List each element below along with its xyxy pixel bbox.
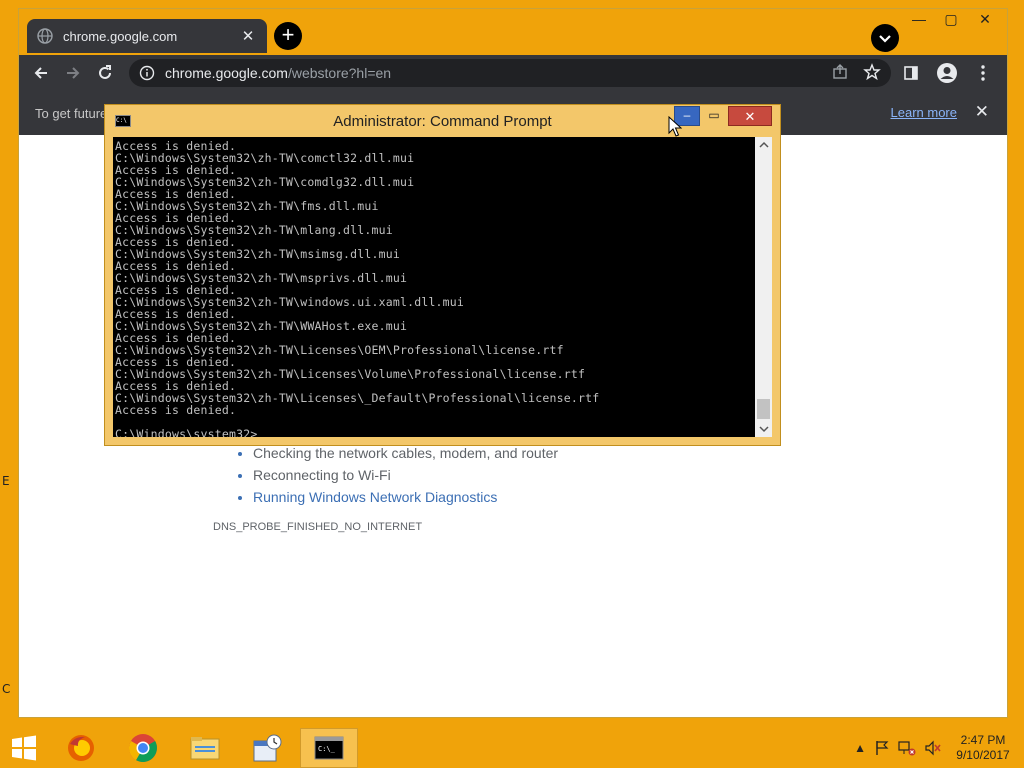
console-prompt: C:\Windows\system32> <box>115 427 258 437</box>
scroll-down-icon[interactable] <box>755 421 772 437</box>
console-output[interactable]: Access is denied. C:\Windows\System32\zh… <box>113 137 755 437</box>
menu-button[interactable] <box>967 57 999 89</box>
show-hidden-icons-button[interactable]: ▲ <box>854 741 866 755</box>
learn-more-link[interactable]: Learn more <box>891 105 957 120</box>
terminal-icon: C:\_ <box>314 736 344 760</box>
suggestion-item: Checking the network cables, modem, and … <box>253 445 558 461</box>
browser-toolbar: chrome.google.com/webstore?hl=en <box>19 55 1007 91</box>
tab-strip: chrome.google.com ✕ + — ▢ ✕ <box>19 9 1007 55</box>
avatar-icon <box>937 63 957 83</box>
svg-text:C:\_: C:\_ <box>318 745 336 753</box>
globe-icon <box>37 28 53 44</box>
network-diagnostics-link[interactable]: Running Windows Network Diagnostics <box>253 489 558 505</box>
browser-tab[interactable]: chrome.google.com ✕ <box>27 19 267 53</box>
start-button[interactable] <box>0 728 48 768</box>
new-tab-button[interactable]: + <box>274 22 302 50</box>
kebab-menu-icon <box>981 65 985 81</box>
cmd-close-button[interactable]: ✕ <box>728 106 772 126</box>
info-icon[interactable] <box>139 65 155 81</box>
cmd-scrollbar[interactable] <box>755 137 772 437</box>
desktop-edge-glyph: C <box>2 682 11 696</box>
reload-button[interactable] <box>89 57 121 89</box>
folder-icon <box>190 737 220 760</box>
info-bar-text: To get future <box>35 105 108 121</box>
clock-time: 2:47 PM <box>960 733 1006 747</box>
url-path: /webstore?hl=en <box>287 65 392 81</box>
scroll-up-icon[interactable] <box>755 137 772 153</box>
reload-icon <box>99 65 111 79</box>
error-page-content: Checking the network cables, modem, and … <box>213 445 558 533</box>
taskbar: C:\_ ▲ 2:47 PM 9/10/2017 <box>0 728 1024 768</box>
suggestion-list: Checking the network cables, modem, and … <box>213 445 558 505</box>
side-panel-icon <box>904 66 918 80</box>
desktop-edge-glyph: E <box>2 474 10 488</box>
mouse-pointer-icon <box>668 116 682 137</box>
console-line: Access is denied. <box>115 403 237 417</box>
info-bar-close-icon[interactable]: ✕ <box>975 102 989 122</box>
tab-search-button[interactable] <box>871 24 899 52</box>
chrome-maximize-button[interactable]: ▢ <box>935 11 967 35</box>
tab-title: chrome.google.com <box>63 28 178 44</box>
tab-close-icon[interactable]: ✕ <box>239 27 257 45</box>
console-prompt-line: C:\Windows\system32> <box>115 428 755 437</box>
chevron-down-icon <box>879 35 891 43</box>
side-panel-button[interactable] <box>895 57 927 89</box>
suggestion-item: Reconnecting to Wi-Fi <box>253 467 558 483</box>
volume-muted-icon[interactable] <box>924 740 942 756</box>
profile-button[interactable] <box>931 57 963 89</box>
taskbar-app[interactable] <box>238 728 296 768</box>
arrow-right-icon <box>67 67 80 79</box>
clock-date: 9/10/2017 <box>956 748 1010 762</box>
chrome-icon <box>129 734 157 762</box>
taskbar-chrome[interactable] <box>114 728 172 768</box>
taskbar-firefox[interactable] <box>52 728 110 768</box>
system-tray: ▲ 2:47 PM 9/10/2017 <box>854 728 1024 768</box>
omnibox-actions <box>831 63 881 81</box>
arrow-left-icon <box>34 67 47 79</box>
taskbar-command-prompt[interactable]: C:\_ <box>300 728 358 768</box>
network-icon[interactable] <box>898 740 916 756</box>
windows-logo-icon <box>12 735 36 761</box>
star-icon[interactable] <box>863 63 881 81</box>
chrome-close-button[interactable]: ✕ <box>969 11 1001 35</box>
error-code: DNS_PROBE_FINISHED_NO_INTERNET <box>213 521 423 533</box>
share-icon[interactable] <box>831 63 849 81</box>
cmd-maximize-button[interactable]: ▭ <box>701 106 727 126</box>
taskbar-file-explorer[interactable] <box>176 728 234 768</box>
address-bar[interactable]: chrome.google.com/webstore?hl=en <box>129 59 891 87</box>
toolbar-right-actions <box>895 57 999 89</box>
clock[interactable]: 2:47 PM 9/10/2017 <box>950 733 1016 763</box>
command-prompt-window: C:\ Administrator: Command Prompt ‒ ▭ ✕ … <box>104 104 781 446</box>
url-host: chrome.google.com <box>165 65 288 81</box>
flag-icon[interactable] <box>874 740 890 756</box>
forward-button[interactable] <box>57 57 89 89</box>
back-button[interactable] <box>25 57 57 89</box>
scroll-thumb[interactable] <box>757 399 770 419</box>
calendar-clock-icon <box>253 734 282 762</box>
firefox-icon <box>68 735 94 761</box>
chrome-minimize-button[interactable]: — <box>903 11 935 35</box>
